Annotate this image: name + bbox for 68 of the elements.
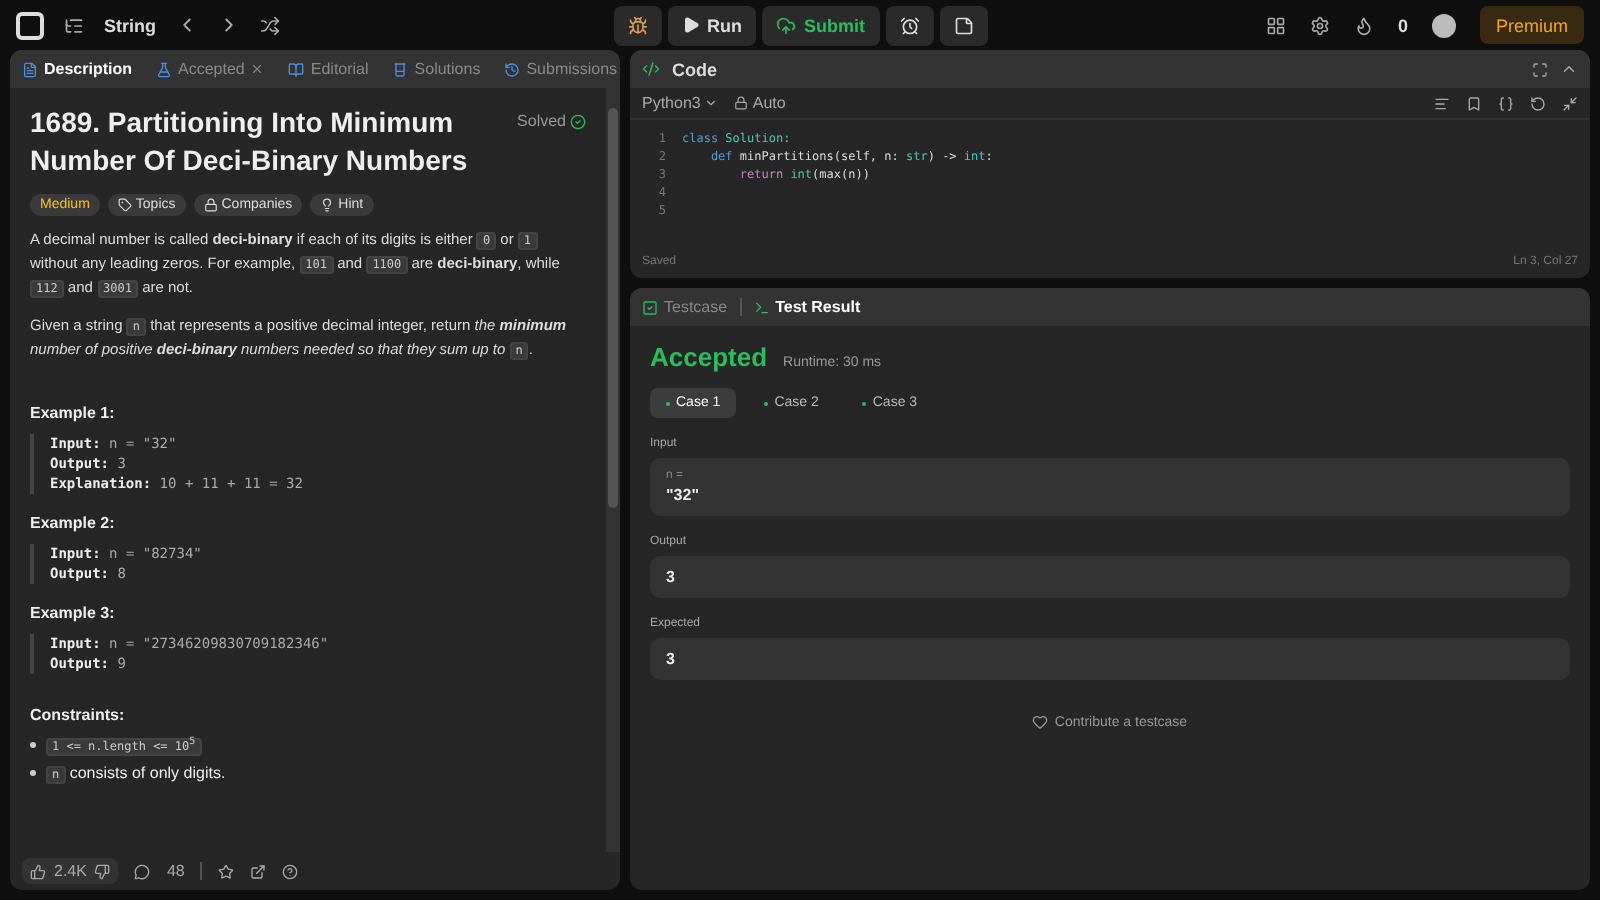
comment-icon[interactable] xyxy=(134,863,151,879)
close-icon[interactable] xyxy=(250,62,265,76)
shuffle-icon[interactable] xyxy=(260,15,280,35)
panel-tab[interactable]: Accepted xyxy=(156,60,265,78)
heart-icon xyxy=(1032,714,1049,730)
verdict-text: Accepted xyxy=(650,342,768,372)
maximize-icon[interactable] xyxy=(1532,61,1548,77)
note-icon xyxy=(953,15,973,35)
panel-tab[interactable]: Solutions xyxy=(392,60,481,78)
alarm-clock-icon xyxy=(899,15,919,35)
braces-icon[interactable] xyxy=(1498,95,1514,111)
example-title: Example 1: xyxy=(30,404,117,422)
settings-icon[interactable] xyxy=(1309,15,1330,35)
problem-title: 1689. Partitioning Into Minimum Number Of Deci-Binary Numbers xyxy=(30,104,470,180)
problem-list-title[interactable]: String xyxy=(104,15,156,35)
tab-icon xyxy=(156,61,173,77)
panel-tab[interactable]: Editorial xyxy=(288,60,369,78)
panel-tab[interactable]: Description xyxy=(22,60,133,78)
play-icon xyxy=(681,16,699,34)
tab-icon xyxy=(288,61,305,77)
avatar[interactable] xyxy=(1431,13,1456,37)
tab-icon xyxy=(642,299,658,315)
timer-button[interactable] xyxy=(885,5,933,45)
bug-icon xyxy=(627,15,647,35)
flame-icon[interactable] xyxy=(1353,15,1374,35)
language-select[interactable]: Python3 xyxy=(642,94,719,112)
collapse-icon[interactable] xyxy=(1560,60,1578,78)
panel-tab[interactable]: Testcase xyxy=(642,298,728,316)
list-icon[interactable] xyxy=(64,15,84,35)
submit-button[interactable]: Submit xyxy=(762,5,879,45)
tab-icon xyxy=(504,61,521,77)
code-icon xyxy=(642,60,660,78)
grid-icon[interactable] xyxy=(1265,15,1286,35)
shrink-icon[interactable] xyxy=(1562,95,1578,111)
share-icon[interactable] xyxy=(250,863,267,879)
debug-button[interactable] xyxy=(613,5,661,45)
help-icon[interactable] xyxy=(282,863,299,879)
tab-icon xyxy=(392,61,409,77)
constraints-title: Constraints: xyxy=(30,706,127,724)
streak-count: 0 xyxy=(1397,15,1408,35)
bookmark-icon[interactable] xyxy=(1466,95,1482,111)
logo-icon[interactable] xyxy=(16,11,44,39)
auto-mode[interactable]: Auto xyxy=(734,94,786,112)
panel-tab[interactable]: Submissions xyxy=(504,60,618,78)
tab-icon xyxy=(22,61,38,77)
panel-tab[interactable]: Test Result xyxy=(753,298,861,316)
solved-status: Solved xyxy=(517,112,586,130)
tab-icon xyxy=(753,299,770,315)
star-icon[interactable] xyxy=(218,863,235,879)
dislike-icon[interactable] xyxy=(94,863,111,879)
like-icon[interactable] xyxy=(30,863,46,879)
example-title: Example 3: xyxy=(30,604,117,622)
expected-value: 3 xyxy=(666,650,677,668)
format-icon[interactable] xyxy=(1434,95,1450,111)
chevron-down-icon xyxy=(704,96,719,110)
comment-count: 48 xyxy=(166,862,185,880)
notes-button[interactable] xyxy=(939,5,987,45)
check-circle-icon xyxy=(570,113,586,129)
lock-icon xyxy=(734,96,749,110)
cloud-upload-icon xyxy=(776,15,796,35)
panel-title: Code xyxy=(672,59,717,79)
example-title: Example 2: xyxy=(30,514,117,532)
premium-button[interactable]: Premium xyxy=(1479,6,1584,44)
like-count: 2.4K xyxy=(54,862,87,880)
reset-icon[interactable] xyxy=(1530,95,1546,111)
run-button[interactable]: Run xyxy=(667,5,756,45)
input-value: "32" xyxy=(666,486,701,504)
output-value: 3 xyxy=(666,568,677,586)
